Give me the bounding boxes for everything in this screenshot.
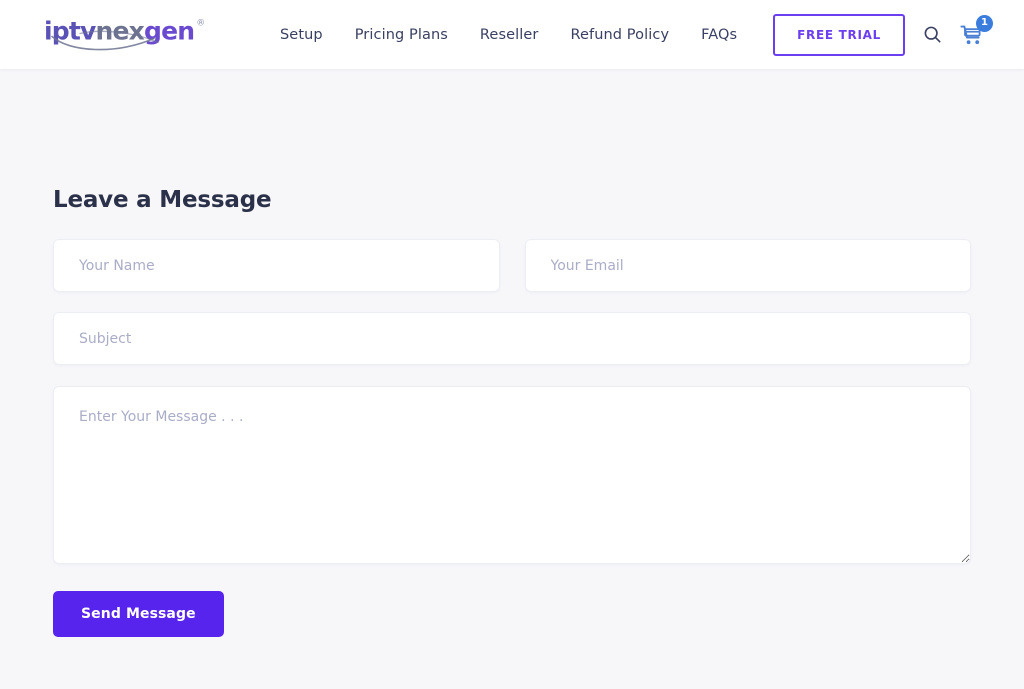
nav-item-faqs[interactable]: FAQs	[701, 27, 737, 43]
brand-logo[interactable]: iptvnexgen ®	[44, 18, 205, 51]
nav-item-pricing-plans[interactable]: Pricing Plans	[355, 27, 448, 43]
email-input[interactable]	[524, 239, 971, 292]
brand-segment-gen: gen	[144, 16, 195, 45]
header-actions: FREE TRIAL 1	[773, 13, 993, 56]
field-email	[524, 239, 971, 292]
brand-registered-mark: ®	[196, 18, 206, 28]
message-textarea[interactable]	[53, 386, 971, 564]
cart-count-badge: 1	[976, 14, 993, 32]
page-title: Leave a Message	[53, 187, 272, 213]
brand-logo-wrap: iptvnexgen	[44, 16, 195, 51]
field-name	[53, 239, 500, 292]
brand-segment-nex: nex	[95, 16, 145, 45]
subject-input[interactable]	[53, 312, 971, 365]
contact-form: Send Message	[53, 239, 971, 637]
brand-wordmark: iptvnexgen	[44, 16, 195, 45]
brand-segment-iptv: iptv	[44, 16, 96, 45]
form-row-subject	[53, 312, 971, 365]
page-main: Leave a Message Send Message	[0, 69, 1024, 637]
form-row-message	[53, 386, 971, 564]
leave-a-message-section: Leave a Message Send Message	[0, 69, 1024, 637]
nav-item-setup[interactable]: Setup	[280, 27, 323, 43]
site-header: iptvnexgen ® Setup Pricing Plans Reselle…	[0, 0, 1024, 69]
free-trial-button[interactable]: FREE TRIAL	[773, 13, 905, 56]
main-navigation: Setup Pricing Plans Reseller Refund Poli…	[280, 27, 737, 43]
nav-item-reseller[interactable]: Reseller	[480, 27, 539, 43]
name-input[interactable]	[53, 239, 500, 292]
search-icon	[924, 26, 941, 43]
form-row-name-email	[53, 239, 971, 292]
search-button[interactable]	[923, 25, 942, 44]
nav-item-refund-policy[interactable]: Refund Policy	[570, 27, 669, 43]
cart-button[interactable]: 1	[960, 14, 993, 46]
send-message-button[interactable]: Send Message	[53, 591, 224, 637]
